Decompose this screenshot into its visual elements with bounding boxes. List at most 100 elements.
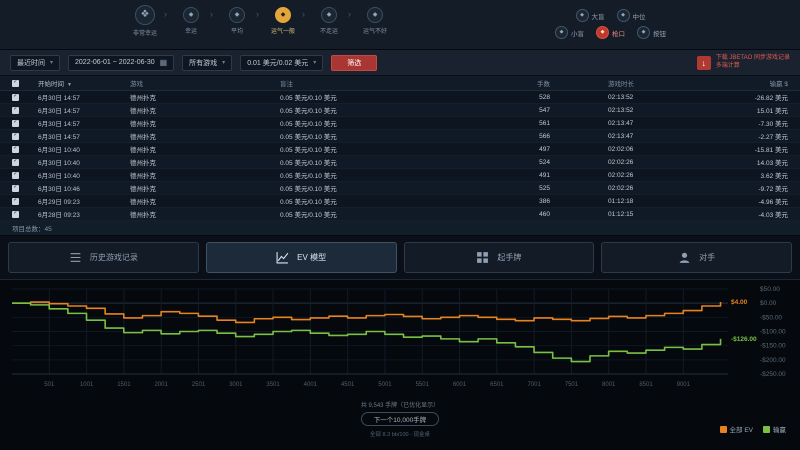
tab-icon xyxy=(476,251,489,264)
ev-chart: $50.00$0.00-$50.00-$100.00-$150.00-$200.… xyxy=(4,284,796,398)
position-filter-row: 小盲 枪口 按钮 xyxy=(555,26,666,39)
legend-item-winnings: 输赢 xyxy=(763,424,786,434)
position-btn-label: 按钮 xyxy=(653,28,666,38)
svg-text:$50.00: $50.00 xyxy=(760,286,780,293)
table-row[interactable]: 6月30日 14:57 德州扑克 0.05 美元/0.10 美元 566 02:… xyxy=(0,130,800,143)
row-checkbox[interactable] xyxy=(12,107,19,114)
luck-step[interactable]: 运气一般 xyxy=(266,7,300,35)
cell-hands: 525 xyxy=(480,185,550,192)
table-header-row: 开始时间▼ 游戏 盲注 手数 游戏时长 输赢 $ xyxy=(0,76,800,91)
tab-label: EV 模型 xyxy=(297,252,326,263)
row-checkbox[interactable] xyxy=(12,94,19,101)
tab[interactable]: 对手 xyxy=(601,242,792,273)
select-all-checkbox[interactable] xyxy=(12,80,19,87)
tab-label: 对手 xyxy=(699,252,715,263)
luck-step-icon xyxy=(321,7,337,23)
column-header-start-time[interactable]: 开始时间▼ xyxy=(38,78,130,88)
table-row[interactable]: 6月30日 14:57 德州扑克 0.05 美元/0.10 美元 547 02:… xyxy=(0,104,800,117)
tab[interactable]: 起手牌 xyxy=(404,242,595,273)
luck-step-label: 运气一般 xyxy=(271,26,295,35)
svg-text:4001: 4001 xyxy=(304,382,318,388)
cell-hands: 547 xyxy=(480,107,550,114)
chart-legend: 全部 EV 输赢 xyxy=(720,424,786,434)
position-filter-sb[interactable]: 小盲 xyxy=(555,26,584,39)
table-row[interactable]: 6月29日 09:23 德州扑克 0.05 美元/0.10 美元 386 01:… xyxy=(0,195,800,208)
tab-icon xyxy=(678,251,691,264)
svg-text:2501: 2501 xyxy=(192,382,206,388)
cell-hands: 561 xyxy=(480,120,550,127)
luck-step[interactable]: 幸运 xyxy=(174,7,208,35)
date-range-input[interactable]: 2022-06-01 ~ 2022-06-30 ▦ xyxy=(68,55,174,71)
table-row[interactable]: 6月30日 10:46 德州扑克 0.05 美元/0.10 美元 525 02:… xyxy=(0,182,800,195)
position-filter-btn[interactable]: 按钮 xyxy=(637,26,666,39)
row-checkbox[interactable] xyxy=(12,185,19,192)
column-header-game: 游戏 xyxy=(130,78,280,88)
luck-step-icon xyxy=(367,7,383,23)
cell-net: -7.30 美元 xyxy=(715,118,788,128)
luck-step[interactable]: 不走运 xyxy=(312,7,346,35)
svg-text:6501: 6501 xyxy=(490,382,504,388)
table-row[interactable]: 6月28日 09:23 德州扑克 0.05 美元/0.10 美元 460 01:… xyxy=(0,208,800,221)
table-row[interactable]: 6月30日 10:40 德州扑克 0.05 美元/0.10 美元 497 02:… xyxy=(0,143,800,156)
cell-hands: 524 xyxy=(480,159,550,166)
svg-text:1501: 1501 xyxy=(117,382,131,388)
cell-net: -9.72 美元 xyxy=(715,183,788,193)
svg-text:7001: 7001 xyxy=(527,382,541,388)
position-filter-bb[interactable]: 大盲 xyxy=(576,9,605,22)
cell-stakes: 0.05 美元/0.10 美元 xyxy=(280,183,480,193)
table-row[interactable]: 6月30日 14:57 德州扑克 0.05 美元/0.10 美元 528 02:… xyxy=(0,91,800,104)
cell-hands: 460 xyxy=(480,211,550,218)
winnings-legend-label: 输赢 xyxy=(773,424,786,434)
row-checkbox[interactable] xyxy=(12,172,19,179)
game-select[interactable]: 所有游戏 ▾ xyxy=(182,55,232,71)
table-row[interactable]: 6月30日 14:57 德州扑克 0.05 美元/0.10 美元 561 02:… xyxy=(0,117,800,130)
search-button[interactable]: 筛选 xyxy=(331,55,377,71)
luck-step-label: 幸运 xyxy=(185,26,197,35)
time-range-select[interactable]: 最近时间 ▾ xyxy=(10,55,60,71)
position-mp-label: 中位 xyxy=(633,11,646,21)
sessions-table: 开始时间▼ 游戏 盲注 手数 游戏时长 输赢 $ 6月30日 14:57 德州扑… xyxy=(0,76,800,236)
position-filter-utg[interactable]: 枪口 xyxy=(596,26,625,39)
time-range-value: 最近时间 xyxy=(17,58,45,68)
cell-duration: 02:13:52 xyxy=(550,94,715,101)
cell-net: -4.96 美元 xyxy=(715,196,788,206)
next-hands-button[interactable]: 下一个10,000手牌 xyxy=(361,412,439,426)
cell-net: 15.01 美元 xyxy=(715,105,788,115)
ev-legend-label: 全部 EV xyxy=(730,424,753,434)
cell-start-time: 6月29日 09:23 xyxy=(38,196,130,206)
row-checkbox[interactable] xyxy=(12,159,19,166)
row-checkbox[interactable] xyxy=(12,198,19,205)
chevron-down-icon: ▾ xyxy=(222,59,225,66)
tab[interactable]: EV 模型 xyxy=(206,242,397,273)
luck-step-icon xyxy=(229,7,245,23)
svg-text:1001: 1001 xyxy=(80,382,94,388)
svg-text:9001: 9001 xyxy=(677,382,691,388)
tab-bar: 历史游戏记录 EV 模型 起手牌 xyxy=(0,236,800,279)
cell-start-time: 6月30日 14:57 xyxy=(38,105,130,115)
winnings-legend-swatch xyxy=(763,426,770,433)
stakes-select[interactable]: 0.01 美元/0.02 美元 ▾ xyxy=(240,55,323,71)
cell-game: 德州扑克 xyxy=(130,196,280,206)
table-row[interactable]: 6月30日 10:40 德州扑克 0.05 美元/0.10 美元 491 02:… xyxy=(0,169,800,182)
hands-caption: 共 9,543 手牌（已优化显示） xyxy=(0,400,800,409)
luck-step[interactable]: 运气不好 xyxy=(358,7,392,35)
row-checkbox[interactable] xyxy=(12,146,19,153)
row-checkbox[interactable] xyxy=(12,211,19,218)
chevron-down-icon: ▾ xyxy=(313,59,316,66)
cell-duration: 01:12:15 xyxy=(550,211,715,218)
position-filter-mp[interactable]: 中位 xyxy=(617,9,646,22)
row-checkbox[interactable] xyxy=(12,133,19,140)
table-row[interactable]: 6月30日 10:40 德州扑克 0.05 美元/0.10 美元 524 02:… xyxy=(0,156,800,169)
luck-step[interactable]: 平均 xyxy=(220,7,254,35)
row-checkbox[interactable] xyxy=(12,120,19,127)
svg-text:-$50.00: -$50.00 xyxy=(760,314,782,321)
position-bb-label: 大盲 xyxy=(592,11,605,21)
tab[interactable]: 历史游戏记录 xyxy=(8,242,199,273)
luck-step[interactable]: 非常幸运 xyxy=(128,7,162,37)
cell-game: 德州扑克 xyxy=(130,209,280,219)
svg-text:3501: 3501 xyxy=(266,382,280,388)
cell-game: 德州扑克 xyxy=(130,144,280,154)
line-chart-icon xyxy=(276,251,289,264)
download-records-link[interactable]: ↓ 下载 JBETAO 同步游戏记录 多端计算 xyxy=(697,55,790,71)
cell-stakes: 0.05 美元/0.10 美元 xyxy=(280,131,480,141)
